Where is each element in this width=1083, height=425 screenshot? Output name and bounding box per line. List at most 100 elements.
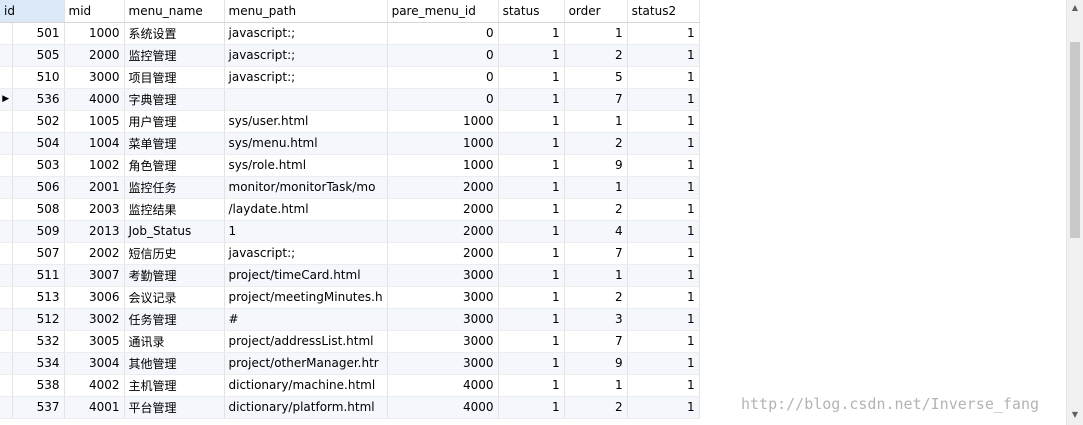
row-indicator[interactable] <box>0 242 13 265</box>
cell-status[interactable]: 1 <box>498 220 565 243</box>
cell-status2[interactable]: 1 <box>627 154 700 177</box>
table-row[interactable]: 503 1002 角色管理 sys/role.html 1000 1 9 1 <box>0 154 700 177</box>
cell-order[interactable]: 2 <box>564 286 628 309</box>
cell-id[interactable]: 505 <box>12 44 65 67</box>
cell-mid[interactable]: 3002 <box>64 308 125 331</box>
cell-mid[interactable]: 3006 <box>64 286 125 309</box>
cell-pare-menu-id[interactable]: 4000 <box>387 374 499 397</box>
table-row[interactable]: 513 3006 会议记录 project/meetingMinutes.h 3000 1… <box>0 286 700 309</box>
cell-order[interactable]: 7 <box>564 242 628 265</box>
cell-menu-path[interactable]: javascript:; <box>224 22 388 45</box>
cell-status[interactable]: 1 <box>498 352 565 375</box>
cell-id[interactable]: 507 <box>12 242 65 265</box>
table-row[interactable]: 532 3005 通讯录 project/addressList.html 3000 1 7… <box>0 330 700 353</box>
cell-pare-menu-id[interactable]: 3000 <box>387 308 499 331</box>
table-row[interactable]: 505 2000 监控管理 javascript:; 0 1 2 1 <box>0 44 700 67</box>
cell-status[interactable]: 1 <box>498 198 565 221</box>
cell-mid[interactable]: 3000 <box>64 66 125 89</box>
cell-menu-path[interactable]: dictionary/platform.html <box>224 396 388 419</box>
cell-order[interactable]: 2 <box>564 44 628 67</box>
cell-status2[interactable]: 1 <box>627 352 700 375</box>
cell-id[interactable]: 502 <box>12 110 65 133</box>
cell-menu-path[interactable]: sys/user.html <box>224 110 388 133</box>
cell-order[interactable]: 2 <box>564 132 628 155</box>
cell-status[interactable]: 1 <box>498 154 565 177</box>
arrow-up-icon[interactable]: ▲ <box>1067 3 1083 12</box>
cell-menu-name[interactable]: Job_Status <box>124 220 225 243</box>
cell-menu-path[interactable]: /laydate.html <box>224 198 388 221</box>
cell-id[interactable]: 506 <box>12 176 65 199</box>
cell-status2[interactable]: 1 <box>627 242 700 265</box>
cell-menu-path[interactable]: javascript:; <box>224 66 388 89</box>
cell-pare-menu-id[interactable]: 2000 <box>387 198 499 221</box>
cell-menu-name[interactable]: 其他管理 <box>124 352 225 375</box>
cell-status[interactable]: 1 <box>498 396 565 419</box>
table-row[interactable]: 511 3007 考勤管理 project/timeCard.html 3000 1 1 1 <box>0 264 700 287</box>
vertical-scrollbar[interactable]: ▲ ▼ <box>1066 0 1083 425</box>
cell-order[interactable]: 1 <box>564 110 628 133</box>
cell-status[interactable]: 1 <box>498 110 565 133</box>
row-indicator[interactable] <box>0 352 13 375</box>
cell-pare-menu-id[interactable]: 2000 <box>387 176 499 199</box>
cell-menu-name[interactable]: 菜单管理 <box>124 132 225 155</box>
row-indicator[interactable] <box>0 308 13 331</box>
result-grid[interactable]: id mid menu_name menu_path pare_menu_id … <box>0 0 1066 425</box>
cell-pare-menu-id[interactable]: 1000 <box>387 154 499 177</box>
cell-mid[interactable]: 4001 <box>64 396 125 419</box>
cell-id[interactable]: 511 <box>12 264 65 287</box>
cell-mid[interactable]: 1004 <box>64 132 125 155</box>
cell-menu-name[interactable]: 系统设置 <box>124 22 225 45</box>
cell-pare-menu-id[interactable]: 0 <box>387 66 499 89</box>
cell-menu-path[interactable]: project/otherManager.htr <box>224 352 388 375</box>
table-row[interactable]: 506 2001 监控任务 monitor/monitorTask/mo 2000 1 1 1 <box>0 176 700 199</box>
cell-menu-path[interactable]: javascript:; <box>224 44 388 67</box>
cell-pare-menu-id[interactable]: 1000 <box>387 110 499 133</box>
cell-menu-path[interactable]: monitor/monitorTask/mo <box>224 176 388 199</box>
cell-status[interactable]: 1 <box>498 308 565 331</box>
cell-status2[interactable]: 1 <box>627 330 700 353</box>
cell-order[interactable]: 1 <box>564 22 628 45</box>
table-row[interactable]: 538 4002 主机管理 dictionary/machine.html 4000 1 1… <box>0 374 700 397</box>
cell-status[interactable]: 1 <box>498 22 565 45</box>
cell-order[interactable]: 9 <box>564 154 628 177</box>
cell-order[interactable]: 9 <box>564 352 628 375</box>
cell-menu-name[interactable]: 监控任务 <box>124 176 225 199</box>
row-indicator[interactable] <box>0 66 13 89</box>
row-indicator[interactable] <box>0 110 13 133</box>
column-header-status[interactable]: status <box>498 0 565 23</box>
cell-id[interactable]: 536 <box>12 88 65 111</box>
cell-id[interactable]: 503 <box>12 154 65 177</box>
cell-mid[interactable]: 2002 <box>64 242 125 265</box>
cell-menu-path[interactable]: sys/menu.html <box>224 132 388 155</box>
cell-menu-path[interactable]: sys/role.html <box>224 154 388 177</box>
cell-id[interactable]: 508 <box>12 198 65 221</box>
cell-status[interactable]: 1 <box>498 66 565 89</box>
row-indicator[interactable] <box>0 330 13 353</box>
cell-status[interactable]: 1 <box>498 242 565 265</box>
row-indicator[interactable] <box>0 396 13 419</box>
cell-id[interactable]: 510 <box>12 66 65 89</box>
cell-mid[interactable]: 3005 <box>64 330 125 353</box>
cell-pare-menu-id[interactable]: 0 <box>387 44 499 67</box>
table-row[interactable]: 501 1000 系统设置 javascript:; 0 1 1 1 <box>0 22 700 45</box>
cell-id[interactable]: 513 <box>12 286 65 309</box>
column-header-status2[interactable]: status2 <box>627 0 700 23</box>
cell-pare-menu-id[interactable]: 0 <box>387 22 499 45</box>
cell-pare-menu-id[interactable]: 3000 <box>387 352 499 375</box>
cell-menu-name[interactable]: 通讯录 <box>124 330 225 353</box>
row-indicator[interactable] <box>0 132 13 155</box>
cell-menu-name[interactable]: 考勤管理 <box>124 264 225 287</box>
cell-mid[interactable]: 4000 <box>64 88 125 111</box>
row-indicator[interactable] <box>0 176 13 199</box>
cell-menu-path[interactable]: project/timeCard.html <box>224 264 388 287</box>
cell-mid[interactable]: 2003 <box>64 198 125 221</box>
column-header-pare-menu-id[interactable]: pare_menu_id <box>387 0 499 23</box>
table-row[interactable]: 534 3004 其他管理 project/otherManager.htr 3000 1… <box>0 352 700 375</box>
cell-menu-name[interactable]: 短信历史 <box>124 242 225 265</box>
cell-status[interactable]: 1 <box>498 374 565 397</box>
cell-order[interactable]: 4 <box>564 220 628 243</box>
row-indicator[interactable] <box>0 220 13 243</box>
cell-menu-name[interactable]: 项目管理 <box>124 66 225 89</box>
row-indicator[interactable] <box>0 198 13 221</box>
cell-pare-menu-id[interactable]: 2000 <box>387 220 499 243</box>
